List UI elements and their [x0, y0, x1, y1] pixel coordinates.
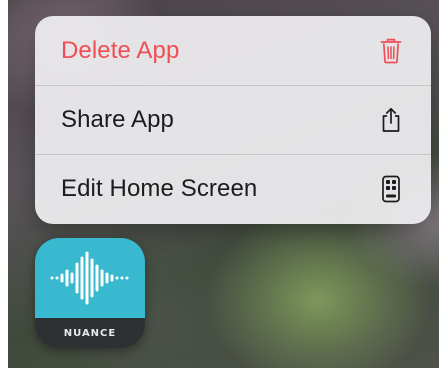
delete-app-menu-item[interactable]: Delete App [35, 16, 431, 85]
phone-screen-icon [379, 175, 403, 203]
trash-icon [379, 37, 403, 65]
share-app-label: Share App [61, 106, 174, 133]
home-screen: Delete App Share App Edit Home Screen NU… [0, 0, 439, 368]
app-icon-artwork [35, 238, 145, 318]
edit-home-screen-label: Edit Home Screen [61, 175, 258, 202]
screen-edge [0, 0, 8, 368]
app-icon-brand-bar: NUANCE [35, 318, 145, 348]
share-icon [379, 106, 403, 134]
waveform-icon [50, 251, 129, 305]
app-context-menu: Delete App Share App Edit Home Screen [35, 16, 431, 224]
share-app-menu-item[interactable]: Share App [35, 85, 431, 154]
nuance-app-icon[interactable]: NUANCE [35, 238, 145, 348]
delete-app-label: Delete App [61, 36, 180, 64]
app-brand-name: NUANCE [63, 327, 117, 339]
edit-home-screen-menu-item[interactable]: Edit Home Screen [35, 154, 431, 223]
